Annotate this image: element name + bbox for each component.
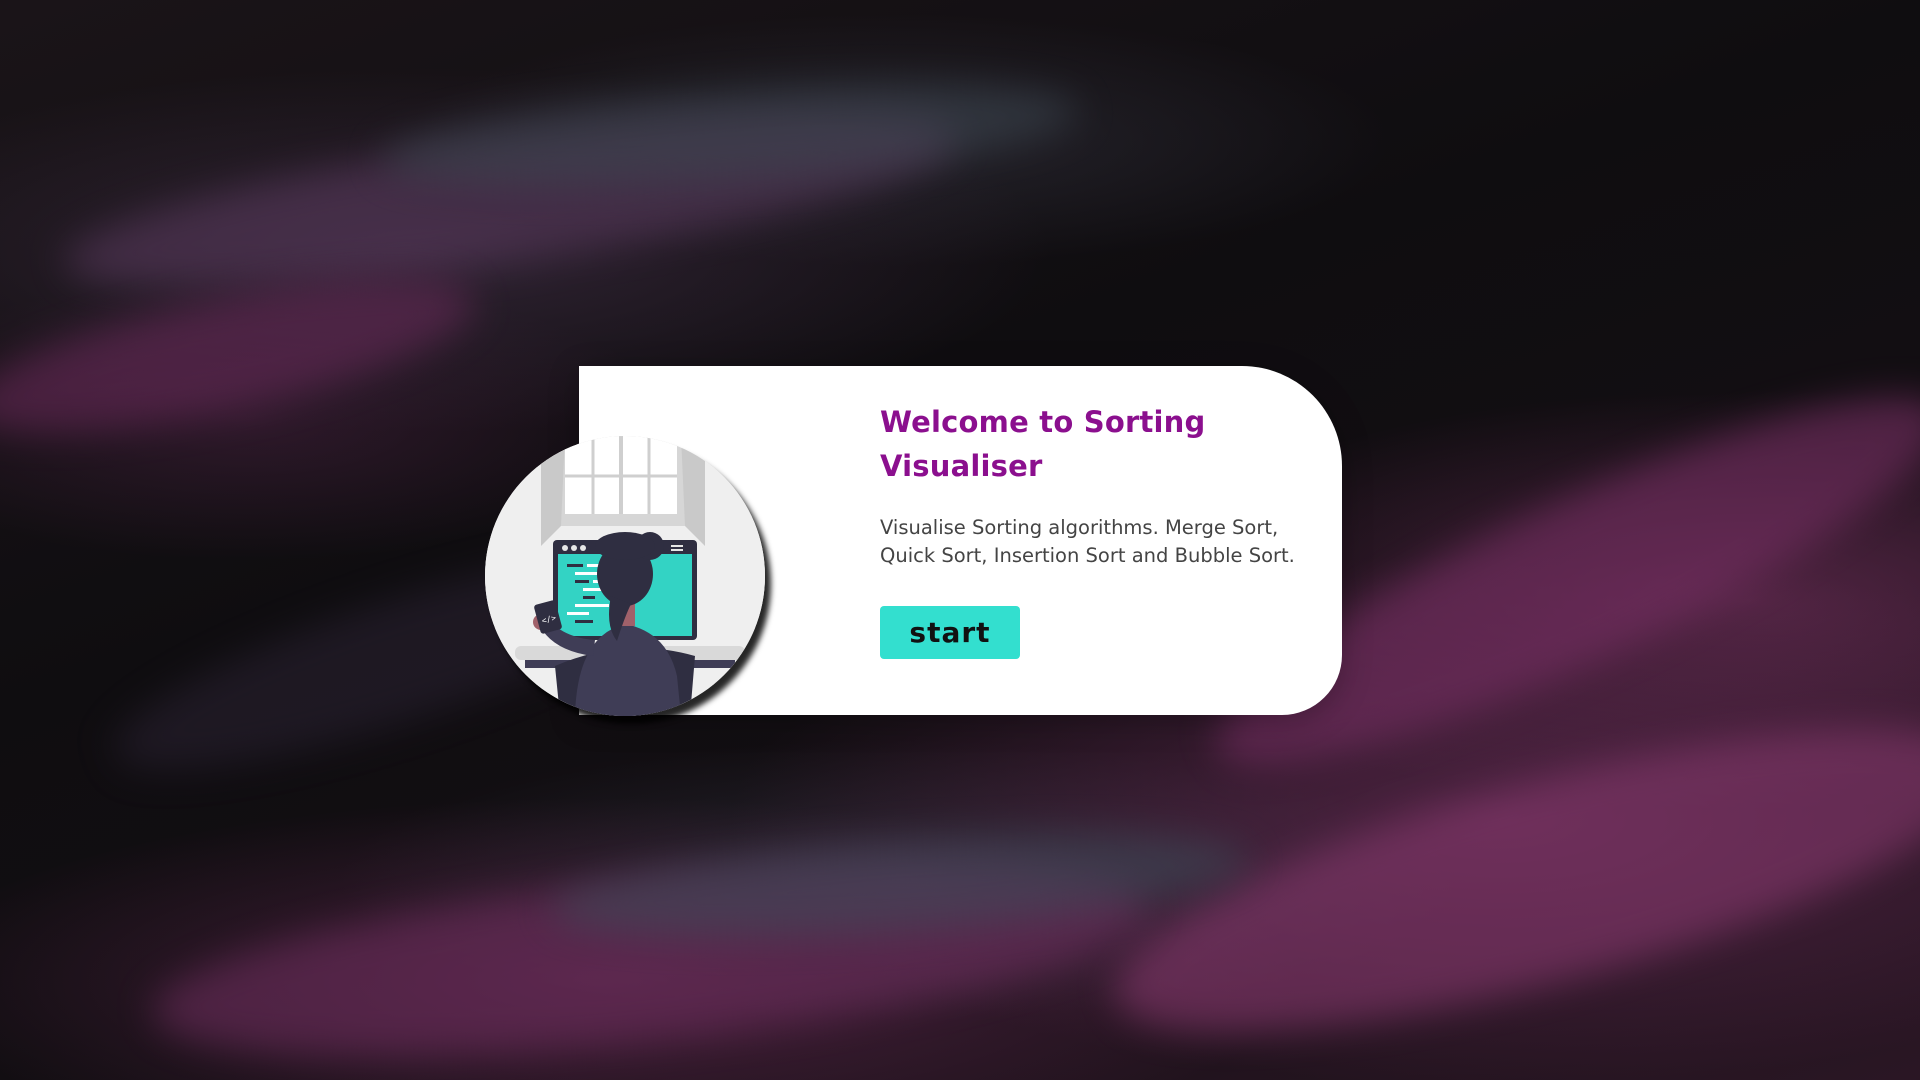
welcome-content: Welcome to Sorting Visualiser Visualise … bbox=[880, 400, 1310, 570]
description-text: Visualise Sorting algorithms. Merge Sort… bbox=[880, 516, 1295, 567]
developer-illustration: </> bbox=[485, 436, 765, 716]
page-title: Welcome to Sorting Visualiser bbox=[880, 405, 1206, 483]
start-button[interactable]: start bbox=[880, 606, 1020, 659]
